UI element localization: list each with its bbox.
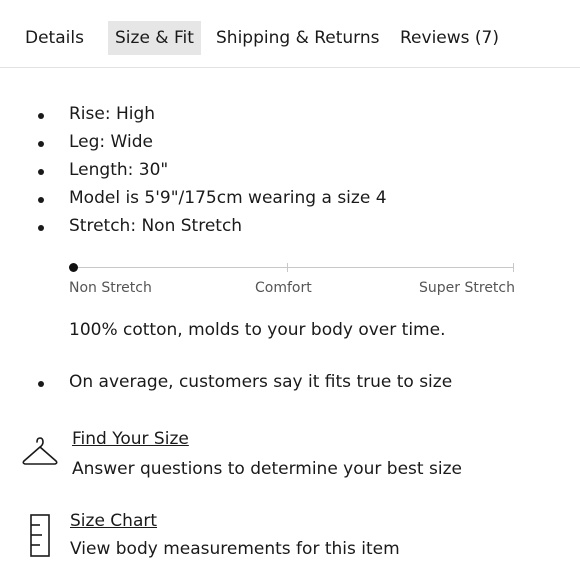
size-chart-subtitle: View body measurements for this item: [70, 539, 400, 559]
bullet-icon: [38, 169, 44, 175]
stretch-scale-tick-super: [513, 263, 514, 272]
find-your-size-subtitle: Answer questions to determine your best …: [72, 459, 462, 479]
tab-size-and-fit[interactable]: Size & Fit: [108, 21, 201, 55]
find-your-size-title[interactable]: Find Your Size: [72, 429, 189, 449]
stretch-label-comfort: Comfort: [255, 280, 312, 296]
stretch-scale-tick-comfort: [287, 263, 288, 272]
ruler-icon: [30, 514, 52, 562]
customer-fit-summary: On average, customers say it fits true t…: [69, 372, 453, 392]
stretch-label-non-stretch: Non Stretch: [69, 280, 152, 296]
fit-detail-leg: Leg: Wide: [69, 132, 153, 152]
stretch-scale: Non Stretch Comfort Super Stretch: [69, 258, 515, 298]
fit-detail-model: Model is 5'9"/175cm wearing a size 4: [69, 188, 387, 208]
stretch-scale-marker: [69, 263, 78, 272]
bullet-icon: [38, 197, 44, 203]
product-tabs: Details Size & Fit Shipping & Returns Re…: [0, 0, 580, 68]
fit-detail-stretch: Stretch: Non Stretch: [69, 216, 243, 236]
stretch-scale-track: [72, 267, 514, 268]
size-chart-title[interactable]: Size Chart: [70, 511, 157, 531]
stretch-label-super-stretch: Super Stretch: [419, 280, 515, 296]
bullet-icon: [38, 381, 44, 387]
bullet-icon: [38, 141, 44, 147]
hanger-icon: [22, 436, 58, 474]
bullet-icon: [38, 225, 44, 231]
fit-detail-length: Length: 30": [69, 160, 169, 180]
tab-reviews[interactable]: Reviews (7): [400, 21, 499, 55]
find-your-size-link[interactable]: Find Your Size Answer questions to deter…: [0, 428, 580, 488]
fit-detail-rise: Rise: High: [69, 104, 156, 124]
fabric-note: 100% cotton, molds to your body over tim…: [69, 320, 446, 340]
tab-shipping-and-returns[interactable]: Shipping & Returns: [216, 21, 380, 55]
tab-details[interactable]: Details: [25, 21, 84, 55]
size-chart-link[interactable]: Size Chart View body measurements for th…: [0, 510, 580, 570]
bullet-icon: [38, 113, 44, 119]
